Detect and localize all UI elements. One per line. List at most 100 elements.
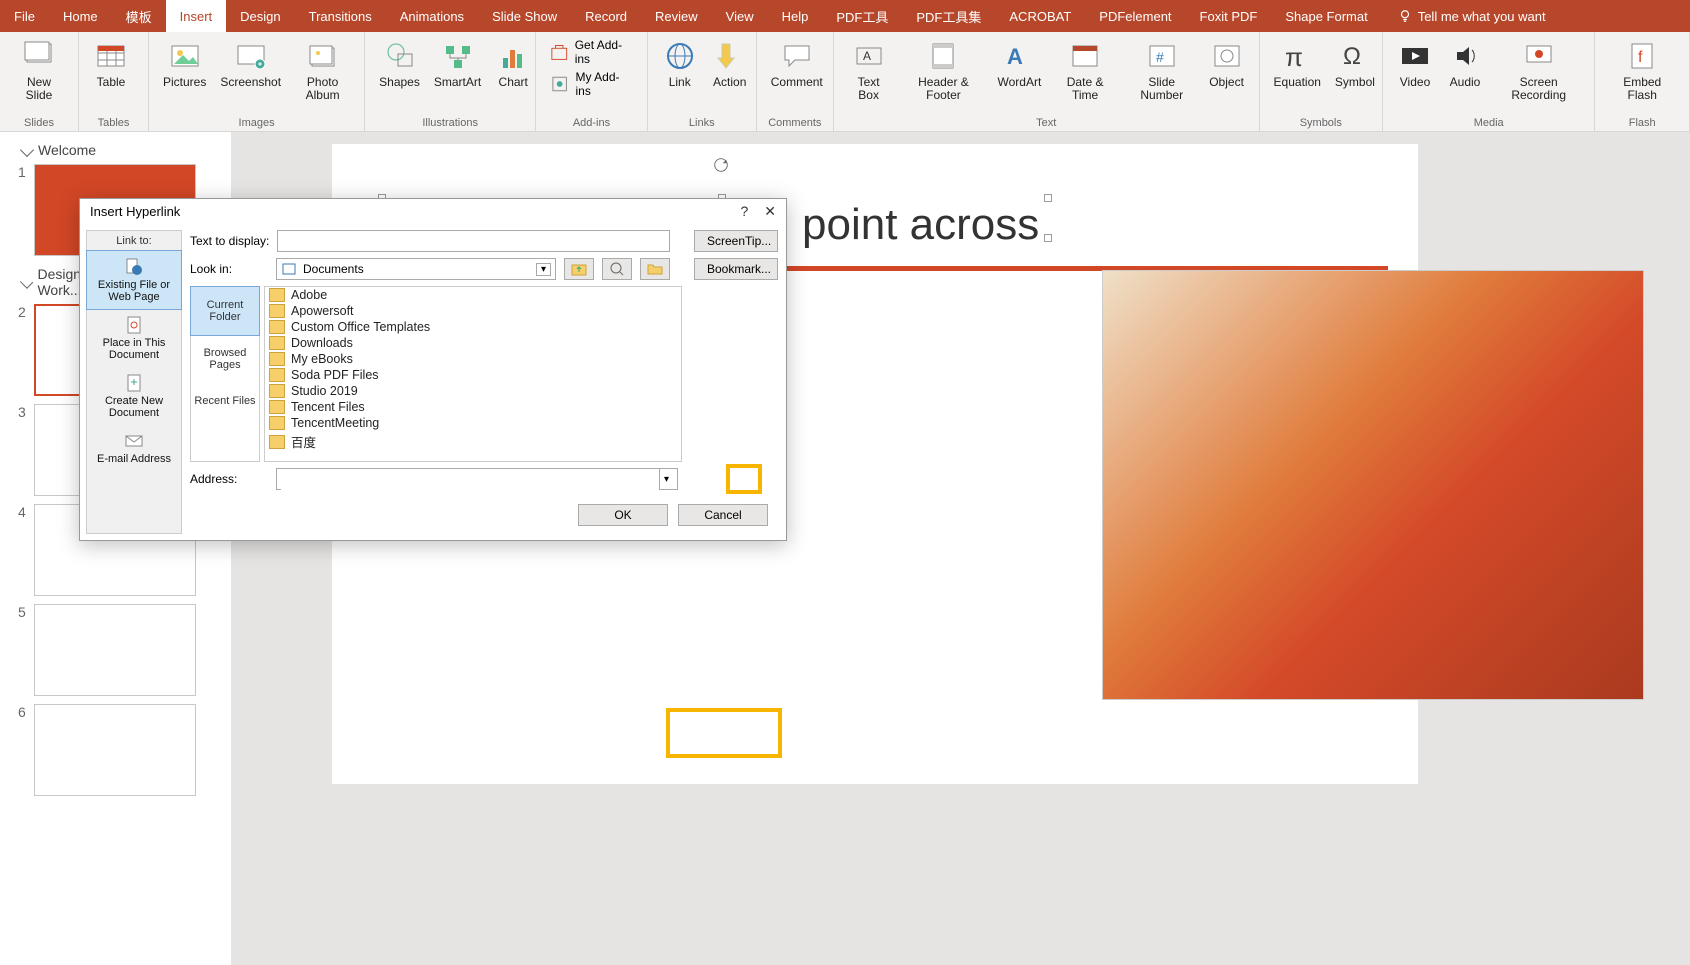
file-item[interactable]: Tencent Files <box>265 399 681 415</box>
cmd-object[interactable]: Object <box>1203 36 1251 108</box>
selection-handle[interactable] <box>1044 194 1052 202</box>
text-to-display-input[interactable] <box>277 230 670 252</box>
up-folder-button[interactable] <box>564 258 594 280</box>
file-item[interactable]: Adobe <box>265 287 681 303</box>
address-combo[interactable]: ▾ <box>276 468 678 490</box>
tab-insert[interactable]: Insert <box>166 0 227 32</box>
tab-animations[interactable]: Animations <box>386 0 478 32</box>
audio-icon <box>1447 38 1483 74</box>
address-input[interactable] <box>281 469 659 491</box>
section-welcome[interactable]: Welcome <box>0 138 231 162</box>
tab-transitions[interactable]: Transitions <box>295 0 386 32</box>
tab-file[interactable]: File <box>0 0 49 32</box>
tab-current-folder[interactable]: Current Folder <box>190 286 260 336</box>
thumb-5[interactable] <box>34 604 196 696</box>
cmd-date-time[interactable]: Date & Time <box>1049 36 1121 108</box>
thumb-row-6[interactable]: 6 <box>0 702 231 802</box>
linkto-place-in-doc[interactable]: Place in This Document <box>87 309 181 367</box>
screentip-button[interactable]: ScreenTip... <box>694 230 778 252</box>
folder-icon <box>269 416 285 430</box>
file-item[interactable]: Studio 2019 <box>265 383 681 399</box>
cmd-screen-recording[interactable]: Screen Recording <box>1491 36 1586 108</box>
linkto-existing-file[interactable]: Existing File or Web Page <box>86 250 182 310</box>
file-item[interactable]: Custom Office Templates <box>265 319 681 335</box>
file-item[interactable]: Soda PDF Files <box>265 367 681 383</box>
cmd-smartart[interactable]: SmartArt <box>428 36 487 108</box>
linkto-create-new[interactable]: Create New Document <box>87 367 181 425</box>
dropdown-icon[interactable]: ▾ <box>536 263 551 276</box>
tab-templates[interactable]: 模板 <box>112 0 166 32</box>
tab-browsed-pages[interactable]: Browsed Pages <box>191 335 259 383</box>
thumb-num-6: 6 <box>18 704 26 720</box>
cmd-comment[interactable]: Comment <box>765 36 829 108</box>
cmd-chart[interactable]: Chart <box>489 36 537 108</box>
tab-slideshow[interactable]: Slide Show <box>478 0 571 32</box>
rotation-handle-icon[interactable] <box>712 156 730 174</box>
dialog-title-text: Insert Hyperlink <box>90 204 180 219</box>
tab-foxit[interactable]: Foxit PDF <box>1186 0 1272 32</box>
group-tables-label: Tables <box>87 117 140 131</box>
tab-home[interactable]: Home <box>49 0 112 32</box>
tab-pdfelement[interactable]: PDFelement <box>1085 0 1185 32</box>
cmd-link-label: Link <box>669 76 691 89</box>
cmd-video[interactable]: Video <box>1391 36 1439 108</box>
tab-shape-format[interactable]: Shape Format <box>1271 0 1381 32</box>
cmd-screen-recording-label: Screen Recording <box>1497 76 1580 102</box>
cmd-shapes[interactable]: Shapes <box>373 36 426 108</box>
cmd-screenshot[interactable]: Screenshot <box>214 36 287 108</box>
tell-me-search[interactable]: Tell me what you want <box>1382 0 1546 32</box>
file-item[interactable]: 百度 <box>265 431 681 452</box>
cmd-get-addins[interactable]: Get Add-ins <box>544 36 639 68</box>
slide-title-text[interactable]: point across <box>802 200 1039 250</box>
file-list[interactable]: AdobeApowersoftCustom Office TemplatesDo… <box>264 286 682 462</box>
tab-design[interactable]: Design <box>226 0 294 32</box>
cmd-symbol[interactable]: Ω Symbol <box>1329 36 1381 108</box>
cmd-header-footer[interactable]: Header & Footer <box>897 36 989 108</box>
thumb-6[interactable] <box>34 704 196 796</box>
cmd-slide-number[interactable]: # Slide Number <box>1123 36 1201 108</box>
tab-help[interactable]: Help <box>768 0 823 32</box>
browse-web-button[interactable] <box>602 258 632 280</box>
cmd-equation[interactable]: π Equation <box>1268 36 1327 108</box>
dialog-help-icon[interactable]: ? <box>740 203 748 220</box>
smartart-icon <box>440 38 476 74</box>
new-slide-icon <box>21 38 57 74</box>
thumb-row-5[interactable]: 5 <box>0 602 231 702</box>
cmd-wordart[interactable]: A WordArt <box>992 36 1048 108</box>
file-item[interactable]: Apowersoft <box>265 303 681 319</box>
tab-review[interactable]: Review <box>641 0 712 32</box>
dialog-titlebar[interactable]: Insert Hyperlink ? ✕ <box>80 199 786 224</box>
file-item[interactable]: TencentMeeting <box>265 415 681 431</box>
tab-pdf-toolset[interactable]: PDF工具集 <box>902 0 995 32</box>
group-links-label: Links <box>656 117 748 131</box>
tab-pdf-tool[interactable]: PDF工具 <box>822 0 902 32</box>
tab-recent-files[interactable]: Recent Files <box>191 383 259 419</box>
bookmark-button[interactable]: Bookmark... <box>694 258 778 280</box>
tab-record[interactable]: Record <box>571 0 641 32</box>
cmd-embed-flash[interactable]: f Embed Flash <box>1603 36 1681 108</box>
folder-icon <box>269 320 285 334</box>
cmd-table[interactable]: Table <box>87 36 135 108</box>
cancel-button[interactable]: Cancel <box>678 504 768 526</box>
tab-view[interactable]: View <box>712 0 768 32</box>
linkto-email[interactable]: E-mail Address <box>87 425 181 471</box>
dialog-close-icon[interactable]: ✕ <box>764 203 776 220</box>
cmd-link[interactable]: Link <box>656 36 704 108</box>
cmd-pictures[interactable]: Pictures <box>157 36 212 108</box>
screenshot-icon <box>233 38 269 74</box>
addins-icon <box>550 74 569 94</box>
file-item[interactable]: My eBooks <box>265 351 681 367</box>
cmd-new-slide[interactable]: New Slide <box>8 36 70 108</box>
cmd-action[interactable]: Action <box>706 36 754 108</box>
cmd-textbox[interactable]: A Text Box <box>842 36 896 108</box>
look-in-combo[interactable]: Documents ▾ <box>276 258 556 280</box>
cmd-photo-album[interactable]: Photo Album <box>289 36 356 108</box>
cmd-audio[interactable]: Audio <box>1441 36 1489 108</box>
dropdown-icon[interactable]: ▾ <box>659 469 673 489</box>
browse-file-button[interactable] <box>640 258 670 280</box>
cmd-my-addins[interactable]: My Add-ins <box>544 68 639 100</box>
selection-handle[interactable] <box>1044 234 1052 242</box>
ok-button[interactable]: OK <box>578 504 668 526</box>
file-item[interactable]: Downloads <box>265 335 681 351</box>
tab-acrobat[interactable]: ACROBAT <box>995 0 1085 32</box>
